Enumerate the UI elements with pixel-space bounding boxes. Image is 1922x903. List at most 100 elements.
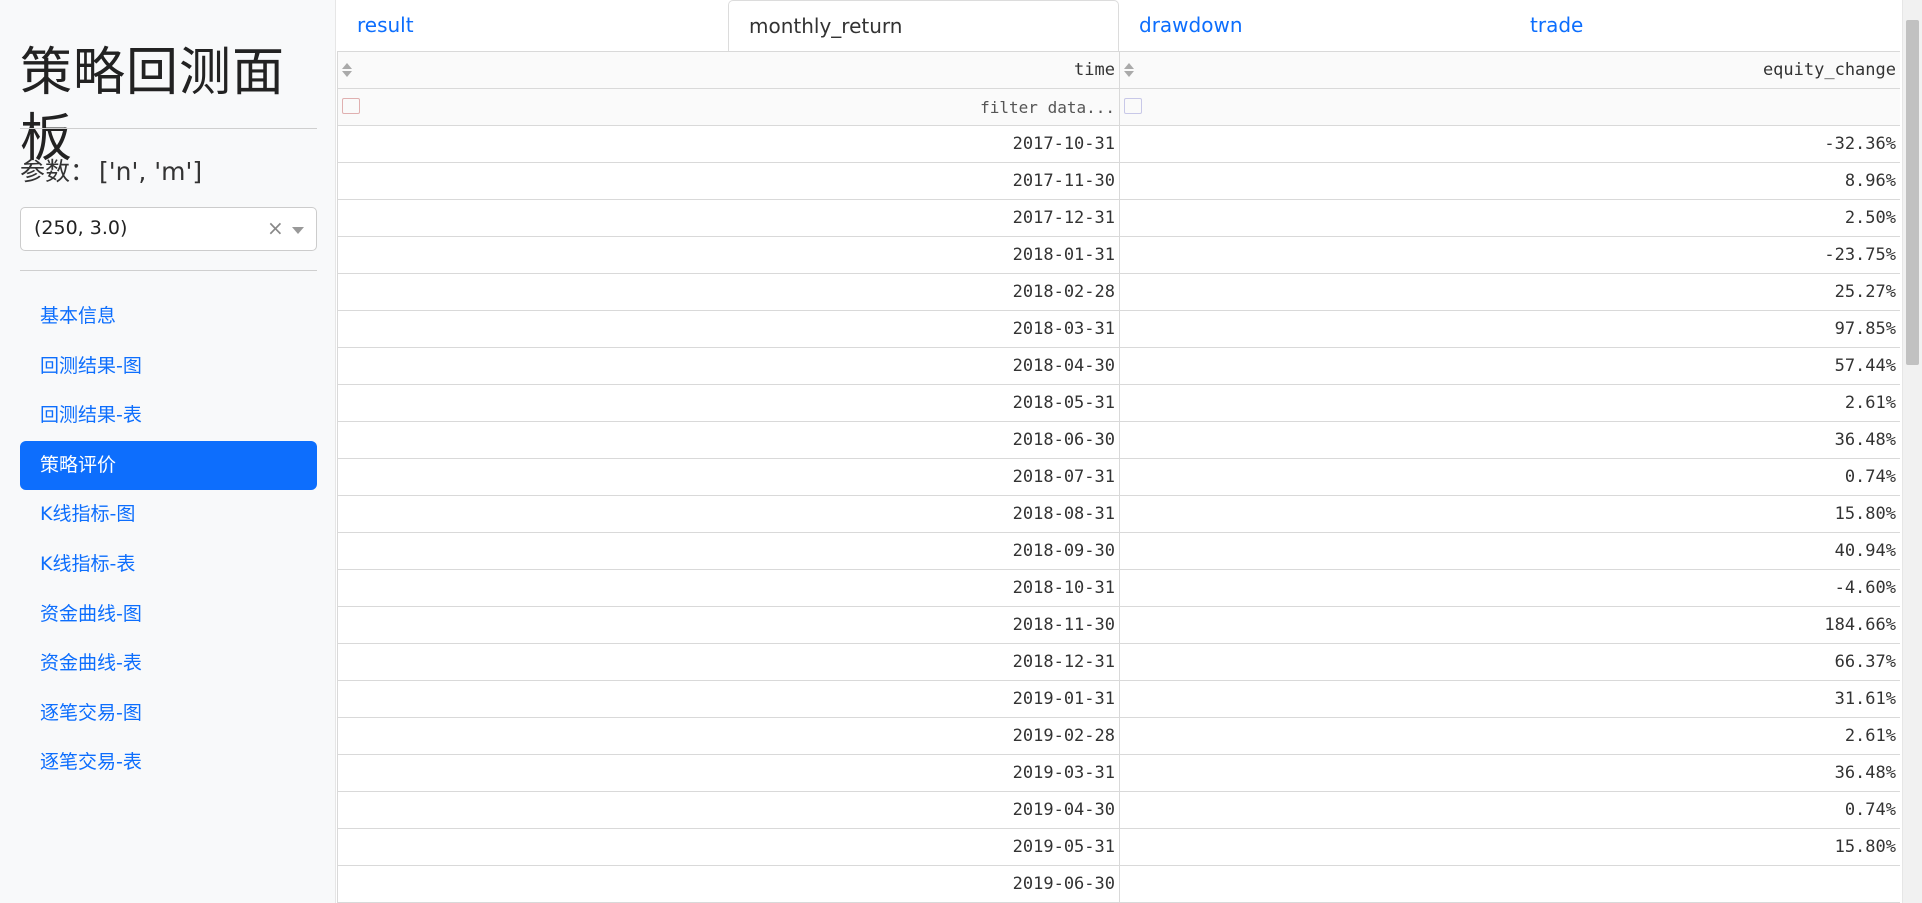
sidebar-nav-item[interactable]: 逐笔交易-表 [20, 738, 317, 787]
cell-equity-change: 2.61% [1119, 717, 1900, 755]
table-header-row: time equity_change [337, 51, 1900, 89]
cell-time: 2019-04-30 [337, 791, 1120, 829]
cell-time: 2018-12-31 [337, 643, 1120, 681]
sidebar-nav-item[interactable]: 回测结果-图 [20, 342, 317, 391]
cell-equity-change: 40.94% [1119, 532, 1900, 570]
cell-time: 2018-01-31 [337, 236, 1120, 274]
cell-time: 2017-10-31 [337, 125, 1120, 163]
cell-time: 2019-01-31 [337, 680, 1120, 718]
sidebar-nav-item[interactable]: 资金曲线-图 [20, 590, 317, 639]
param-select[interactable]: (250, 3.0) × [20, 207, 317, 251]
cell-time: 2018-10-31 [337, 569, 1120, 607]
clear-icon[interactable]: × [267, 216, 284, 240]
params-label: 参数： [20, 157, 96, 186]
table-row: 2018-05-31 2.61% [337, 384, 1900, 422]
cell-equity-change: 15.80% [1119, 828, 1900, 866]
cell-time: 2018-04-30 [337, 347, 1120, 385]
cell-equity-change: 57.44% [1119, 347, 1900, 385]
column-header-equity-change[interactable]: equity_change [1119, 51, 1900, 89]
divider [20, 270, 317, 271]
table-row: 2018-09-30 40.94% [337, 532, 1900, 570]
table-row: 2018-12-31 66.37% [337, 643, 1900, 681]
cell-equity-change: 97.85% [1119, 310, 1900, 348]
column-header-label: time [1074, 60, 1115, 80]
cell-equity-change: 0.74% [1119, 791, 1900, 829]
sidebar-nav-item[interactable]: 回测结果-表 [20, 391, 317, 440]
page-scrollbar[interactable] [1902, 0, 1922, 903]
filter-input-time[interactable]: filter data... [980, 98, 1115, 117]
tab-bar: result monthly_return drawdown trade [337, 0, 1900, 52]
case-toggle-icon[interactable] [1124, 98, 1142, 114]
cell-time: 2018-11-30 [337, 606, 1120, 644]
table-row: 2018-11-30 184.66% [337, 606, 1900, 644]
cell-equity-change: 0.74% [1119, 458, 1900, 496]
sidebar-nav-item[interactable]: K线指标-表 [20, 540, 317, 589]
sidebar-nav: 基本信息 回测结果-图 回测结果-表 策略评价 K线指标-图 K线指标-表 资金曲线-图 资金… [20, 292, 317, 788]
table-row: 2019-02-28 2.61% [337, 717, 1900, 755]
sidebar-nav-item[interactable]: 基本信息 [20, 292, 317, 341]
cell-time: 2019-05-31 [337, 828, 1120, 866]
scrollbar-thumb[interactable] [1906, 20, 1919, 365]
cell-time: 2018-07-31 [337, 458, 1120, 496]
data-table: time equity_change filter data... 2017-1… [337, 51, 1900, 903]
sidebar-nav-item[interactable]: 资金曲线-表 [20, 639, 317, 688]
table-row: 2019-06-30 [337, 865, 1900, 903]
table-row: 2018-08-31 15.80% [337, 495, 1900, 533]
cell-equity-change: 25.27% [1119, 273, 1900, 311]
cell-equity-change: -23.75% [1119, 236, 1900, 274]
cell-equity-change: 31.61% [1119, 680, 1900, 718]
table-row: 2018-06-30 36.48% [337, 421, 1900, 459]
cell-time: 2019-02-28 [337, 717, 1120, 755]
tab-monthly-return[interactable]: monthly_return [728, 0, 1119, 52]
case-toggle-icon[interactable] [342, 98, 360, 114]
cell-equity-change: -4.60% [1119, 569, 1900, 607]
cell-time: 2018-06-30 [337, 421, 1120, 459]
column-header-label: equity_change [1762, 60, 1896, 80]
cell-equity-change: 8.96% [1119, 162, 1900, 200]
tab-drawdown[interactable]: drawdown [1119, 0, 1510, 50]
cell-equity-change: 184.66% [1119, 606, 1900, 644]
cell-time: 2019-03-31 [337, 754, 1120, 792]
table-row: 2018-03-31 97.85% [337, 310, 1900, 348]
filter-cell-equity-change[interactable] [1119, 88, 1900, 126]
table-row: 2019-01-31 31.61% [337, 680, 1900, 718]
params-value: ['n', 'm'] [99, 157, 203, 186]
cell-time: 2019-06-30 [337, 865, 1120, 903]
filter-cell-time[interactable]: filter data... [337, 88, 1120, 126]
cell-equity-change: 36.48% [1119, 754, 1900, 792]
table-row: 2018-02-28 25.27% [337, 273, 1900, 311]
sort-icon[interactable] [342, 63, 352, 77]
table-row: 2018-04-30 57.44% [337, 347, 1900, 385]
cell-time: 2018-03-31 [337, 310, 1120, 348]
table-row: 2019-03-31 36.48% [337, 754, 1900, 792]
chevron-down-icon[interactable] [292, 227, 304, 234]
filter-row: filter data... [337, 88, 1900, 126]
table-row: 2017-11-30 8.96% [337, 162, 1900, 200]
cell-time: 2018-05-31 [337, 384, 1120, 422]
sidebar-nav-item[interactable]: K线指标-图 [20, 490, 317, 539]
cell-equity-change: 36.48% [1119, 421, 1900, 459]
divider [20, 128, 317, 129]
table-row: 2019-05-31 15.80% [337, 828, 1900, 866]
main-content: result monthly_return drawdown trade time e… [337, 0, 1900, 903]
cell-equity-change: 15.80% [1119, 495, 1900, 533]
tab-result[interactable]: result [337, 0, 728, 50]
table-row: 2018-01-31 -23.75% [337, 236, 1900, 274]
cell-time: 2018-09-30 [337, 532, 1120, 570]
table-row: 2017-10-31 -32.36% [337, 125, 1900, 163]
cell-equity-change: 2.50% [1119, 199, 1900, 237]
sidebar-nav-item[interactable]: 策略评价 [20, 440, 317, 490]
table-row: 2018-07-31 0.74% [337, 458, 1900, 496]
cell-time: 2018-02-28 [337, 273, 1120, 311]
cell-equity-change: 2.61% [1119, 384, 1900, 422]
cell-time: 2017-11-30 [337, 162, 1120, 200]
cell-time: 2017-12-31 [337, 199, 1120, 237]
data-table-container: time equity_change filter data... 2017-1… [337, 51, 1900, 903]
params-row: 参数： ['n', 'm'] [20, 152, 202, 188]
sidebar-nav-item[interactable]: 逐笔交易-图 [20, 689, 317, 738]
sidebar: 策略回测面板 参数： ['n', 'm'] (250, 3.0) × 基本信息 回测… [0, 0, 336, 903]
table-row: 2017-12-31 2.50% [337, 199, 1900, 237]
tab-trade[interactable]: trade [1510, 0, 1900, 50]
column-header-time[interactable]: time [337, 51, 1120, 89]
sort-icon[interactable] [1124, 63, 1134, 77]
